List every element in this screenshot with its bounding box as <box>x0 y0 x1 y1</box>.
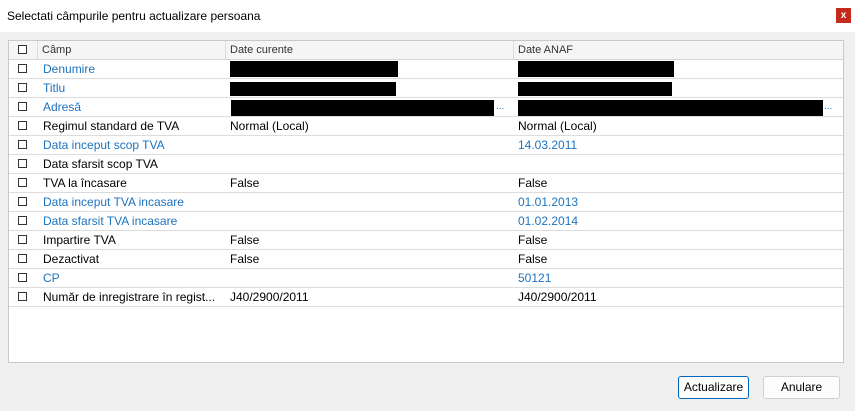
row-checkbox[interactable] <box>18 292 27 301</box>
close-button[interactable]: x <box>836 8 851 23</box>
field-name: Data inceput TVA incasare <box>43 195 184 209</box>
current-value <box>230 212 512 230</box>
redacted-block <box>231 100 494 116</box>
select-all-checkbox[interactable] <box>18 45 27 54</box>
row-checkbox[interactable] <box>18 178 27 187</box>
anaf-value: 14.03.2011 <box>518 138 578 152</box>
field-name: Titlu <box>43 81 66 95</box>
row-checkbox[interactable] <box>18 273 27 282</box>
row-checkbox[interactable] <box>18 159 27 168</box>
close-icon: x <box>840 10 847 21</box>
table-row[interactable]: Data sfarsit TVA incasare 01.02.2014 <box>9 212 843 231</box>
table-row[interactable]: Regimul standard de TVA Normal (Local) N… <box>9 117 843 136</box>
field-name: Impartire TVA <box>43 233 116 247</box>
row-checkbox[interactable] <box>18 102 27 111</box>
table-row[interactable]: Dezactivat False False <box>9 250 843 269</box>
table-row[interactable]: Adresă ... ... <box>9 98 843 117</box>
table-row[interactable]: Număr de inregistrare în regist... J40/2… <box>9 288 843 307</box>
table-row[interactable]: CP 50121 <box>9 269 843 288</box>
field-name: TVA la încasare <box>43 176 127 190</box>
current-value: J40/2900/2011 <box>230 290 309 304</box>
redacted-block <box>518 82 672 96</box>
table-row[interactable]: Data sfarsit scop TVA <box>9 155 843 174</box>
anaf-value: Normal (Local) <box>518 119 597 133</box>
anaf-value: 01.02.2014 <box>518 214 579 228</box>
overflow-ellipsis: ... <box>496 101 505 112</box>
anaf-value: 01.01.2013 <box>518 195 579 209</box>
anaf-value: False <box>518 233 548 247</box>
field-name: Regimul standard de TVA <box>43 119 180 133</box>
row-checkbox[interactable] <box>18 197 27 206</box>
current-value: False <box>230 252 260 266</box>
update-button[interactable]: Actualizare <box>678 376 749 399</box>
redacted-block <box>518 61 674 77</box>
field-name: Dezactivat <box>43 252 100 266</box>
overflow-ellipsis: ... <box>824 101 833 112</box>
row-checkbox[interactable] <box>18 64 27 73</box>
column-header-field[interactable]: Câmp <box>37 41 230 59</box>
redacted-block <box>518 100 823 116</box>
redacted-block <box>230 61 398 77</box>
column-header-current[interactable]: Date curente <box>225 41 513 59</box>
anaf-value <box>518 155 838 173</box>
table-row[interactable]: TVA la încasare False False <box>9 174 843 193</box>
table-row[interactable]: Denumire <box>9 60 843 79</box>
title-bar: Selectati câmpurile pentru actualizare p… <box>0 0 855 32</box>
current-value <box>230 193 512 211</box>
table-row[interactable]: Impartire TVA False False <box>9 231 843 250</box>
redacted-block <box>230 82 396 96</box>
row-checkbox[interactable] <box>18 254 27 263</box>
current-value <box>230 136 512 154</box>
field-name: Număr de inregistrare în regist... <box>43 290 216 304</box>
field-name: Data sfarsit scop TVA <box>43 157 158 171</box>
fields-grid: Câmp Date curente Date ANAF Denumire Tit… <box>8 40 844 363</box>
current-value: Normal (Local) <box>230 119 309 133</box>
anaf-value: J40/2900/2011 <box>518 290 597 304</box>
row-checkbox[interactable] <box>18 121 27 130</box>
grid-header: Câmp Date curente Date ANAF <box>9 41 843 60</box>
anaf-value: 50121 <box>518 271 552 285</box>
field-name: Denumire <box>43 62 96 76</box>
column-header-anaf[interactable]: Date ANAF <box>513 41 843 59</box>
field-name: Adresă <box>43 100 82 114</box>
row-checkbox[interactable] <box>18 140 27 149</box>
row-checkbox[interactable] <box>18 216 27 225</box>
anaf-value: False <box>518 176 548 190</box>
anaf-value: False <box>518 252 548 266</box>
field-name: CP <box>43 271 60 285</box>
current-value <box>230 269 512 287</box>
field-name: Data inceput scop TVA <box>43 138 165 152</box>
current-value <box>230 155 512 173</box>
row-checkbox[interactable] <box>18 235 27 244</box>
table-row[interactable]: Data inceput scop TVA 14.03.2011 <box>9 136 843 155</box>
current-value: False <box>230 176 260 190</box>
cancel-button[interactable]: Anulare <box>763 376 840 399</box>
row-checkbox[interactable] <box>18 83 27 92</box>
table-row[interactable]: Data inceput TVA incasare 01.01.2013 <box>9 193 843 212</box>
window-title: Selectati câmpurile pentru actualizare p… <box>7 9 261 23</box>
current-value: False <box>230 233 260 247</box>
field-name: Data sfarsit TVA incasare <box>43 214 178 228</box>
table-row[interactable]: Titlu <box>9 79 843 98</box>
